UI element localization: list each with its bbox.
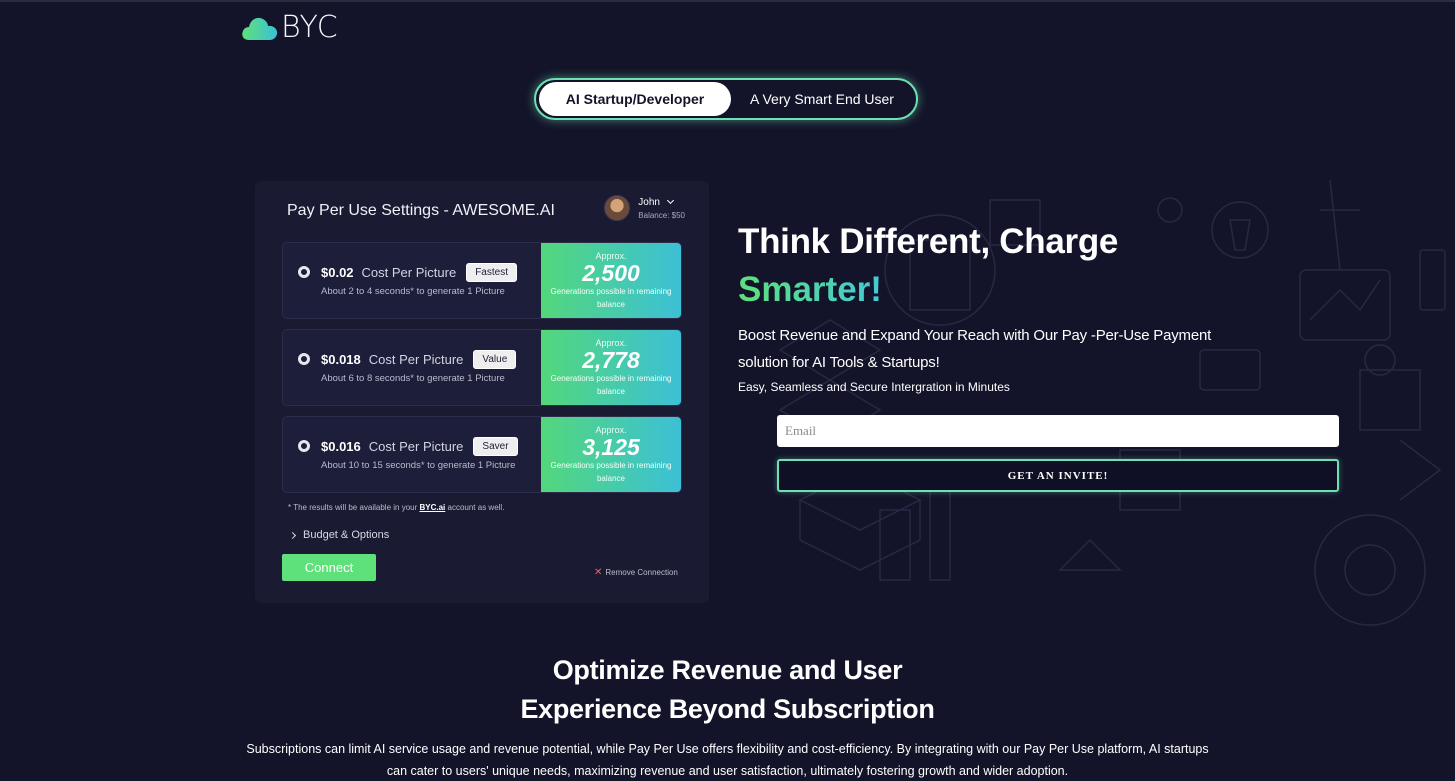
byc-link[interactable]: BYC.ai: [419, 503, 445, 512]
hero-subtitle: Boost Revenue and Expand Your Reach with…: [738, 327, 1212, 371]
pricing-option-saver[interactable]: $0.016 Cost Per Picture Saver About 10 t…: [282, 416, 682, 493]
budget-options-toggle[interactable]: Budget & Options: [288, 529, 390, 541]
chevron-right-icon: [288, 531, 297, 539]
option-label: Cost Per Picture: [368, 352, 464, 367]
option-estimate: Approx. 3,125 Generations possible in re…: [541, 417, 681, 492]
option-price: $0.018: [321, 352, 361, 367]
pricing-option-fastest[interactable]: $0.02 Cost Per Picture Fastest About 2 t…: [282, 242, 682, 319]
option-price: $0.02: [321, 265, 354, 280]
radio-icon[interactable]: [298, 266, 310, 278]
connect-button[interactable]: Connect: [282, 554, 376, 581]
hero-title: Think Different, Charge: [738, 222, 1119, 261]
option-description: About 10 to 15 seconds* to generate 1 Pi…: [321, 460, 516, 471]
toggle-end-user[interactable]: A Very Smart End User: [731, 82, 913, 116]
toggle-ai-startup[interactable]: AI Startup/Developer: [539, 82, 731, 116]
option-label: Cost Per Picture: [368, 439, 464, 454]
email-field[interactable]: [777, 415, 1339, 447]
generations-caption: Generations possible in remaining balanc…: [550, 374, 672, 396]
section-paragraph: Subscriptions can limit AI service usage…: [246, 742, 1209, 778]
user-menu[interactable]: John Balance: $50: [604, 195, 685, 221]
option-badge: Value: [473, 350, 517, 369]
card-title: Pay Per Use Settings - AWESOME.AI: [287, 202, 555, 219]
hero-title-accent: Smarter!: [738, 267, 882, 313]
pay-per-use-card: Pay Per Use Settings - AWESOME.AI John B…: [255, 181, 709, 603]
brand-logo[interactable]: BYC: [241, 10, 338, 45]
pricing-option-value[interactable]: $0.018 Cost Per Picture Value About 6 to…: [282, 329, 682, 406]
cloud-logo-icon: [242, 17, 278, 40]
generations-count: 3,125: [582, 434, 640, 460]
remove-label: Remove Connection: [605, 568, 678, 577]
user-balance: Balance: $50: [638, 210, 685, 220]
avatar: [604, 195, 631, 221]
option-estimate: Approx. 2,778 Generations possible in re…: [541, 330, 681, 405]
audience-toggle: AI Startup/Developer A Very Smart End Us…: [534, 78, 918, 120]
chevron-down-icon: [666, 196, 674, 204]
results-footnote: * The results will be available in your …: [288, 503, 505, 512]
budget-label: Budget & Options: [303, 529, 390, 541]
radio-icon[interactable]: [298, 440, 310, 452]
option-badge: Fastest: [466, 263, 517, 282]
get-invite-button[interactable]: GET AN INVITE!: [777, 459, 1339, 492]
option-estimate: Approx. 2,500 Generations possible in re…: [541, 243, 681, 318]
generations-caption: Generations possible in remaining balanc…: [550, 287, 672, 309]
generations-caption: Generations possible in remaining balanc…: [550, 461, 672, 483]
section-title: Optimize Revenue and User Experience Bey…: [520, 655, 935, 724]
user-name: John: [638, 196, 660, 208]
generations-count: 2,500: [582, 260, 640, 286]
option-description: About 2 to 4 seconds* to generate 1 Pict…: [321, 286, 505, 297]
option-description: About 6 to 8 seconds* to generate 1 Pict…: [321, 373, 505, 384]
generations-count: 2,778: [582, 347, 640, 373]
option-badge: Saver: [473, 437, 518, 456]
close-icon: ✕: [594, 567, 603, 578]
hero-tagline: Easy, Seamless and Secure Intergration i…: [738, 380, 1010, 394]
option-label: Cost Per Picture: [361, 265, 457, 280]
remove-connection-link[interactable]: ✕ Remove Connection: [594, 567, 678, 578]
brand-name: BYC: [281, 10, 339, 45]
option-price: $0.016: [321, 439, 361, 454]
radio-icon[interactable]: [298, 353, 310, 365]
top-border: [0, 0, 1455, 2]
